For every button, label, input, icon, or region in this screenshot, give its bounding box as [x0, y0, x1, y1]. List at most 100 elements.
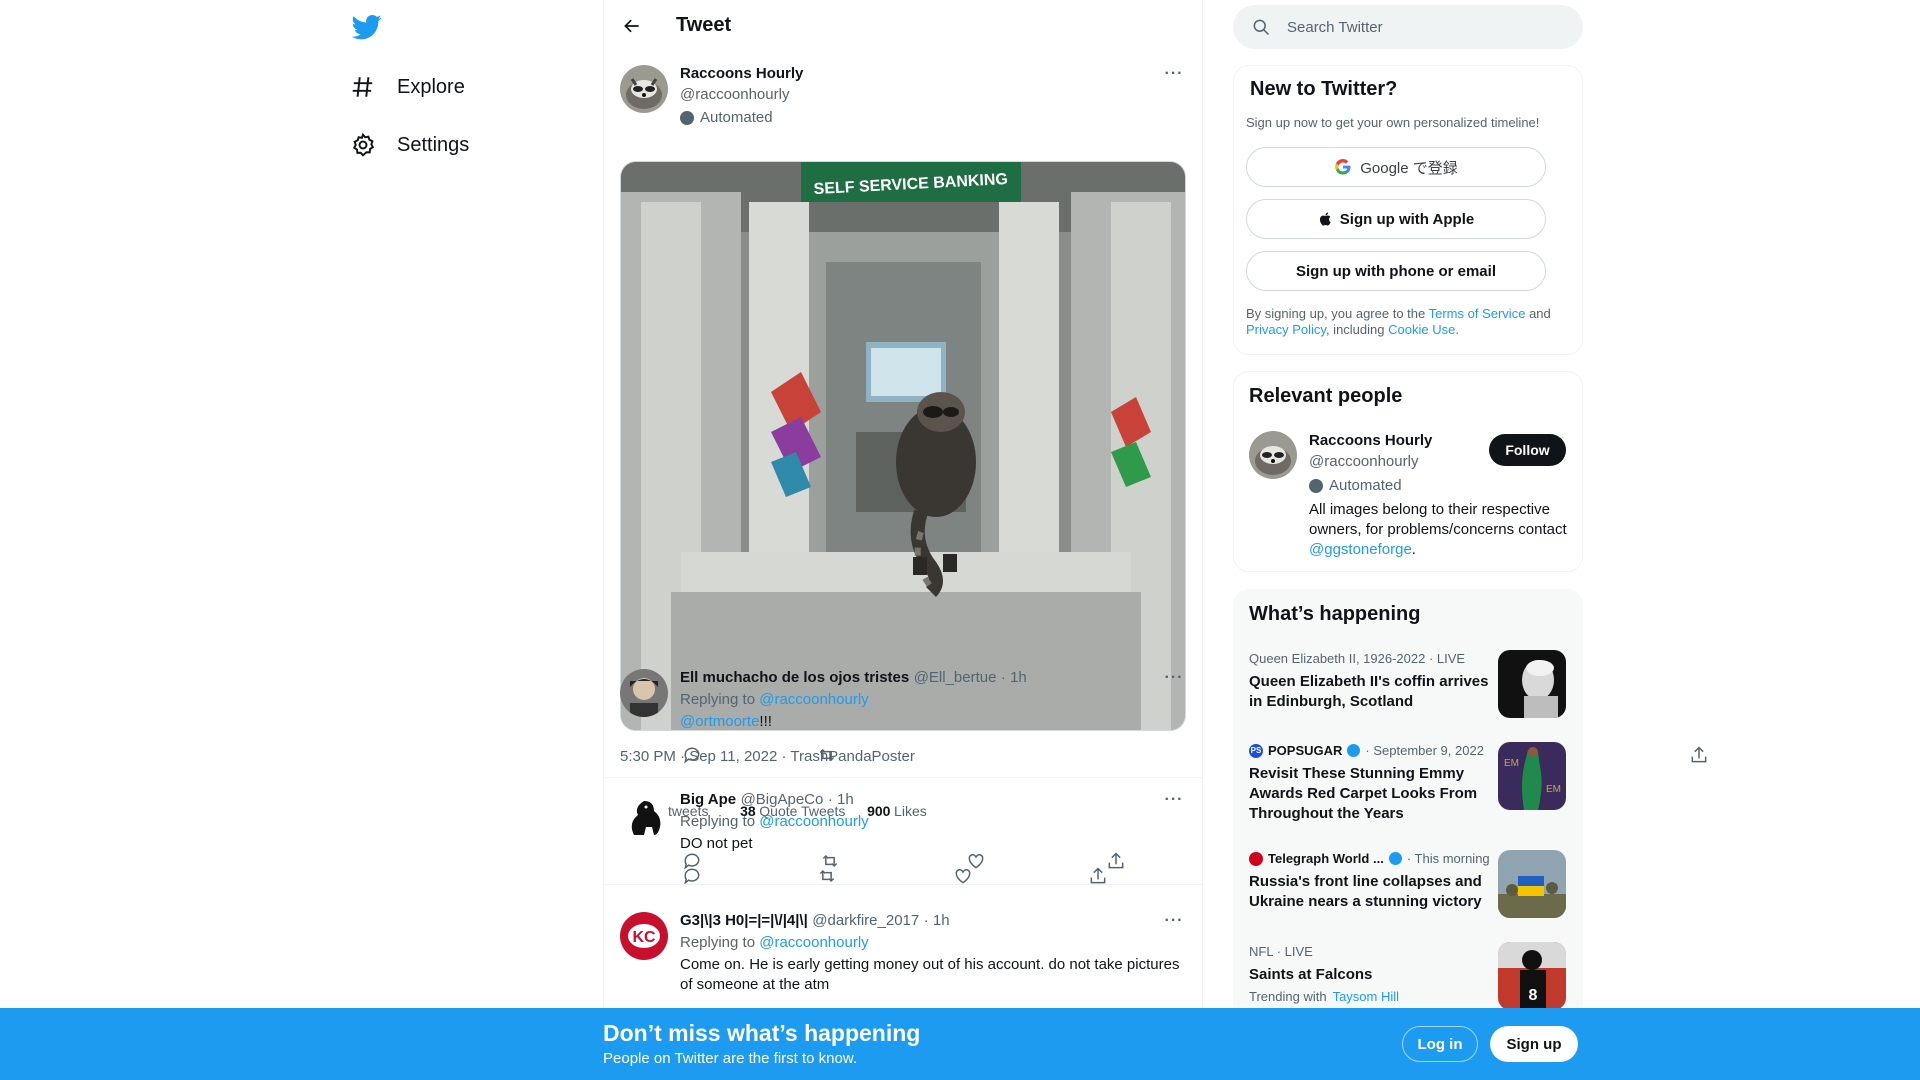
- share-icon[interactable]: [1689, 745, 1709, 765]
- trending-label: Trending with: [1249, 989, 1327, 1004]
- cookie-link[interactable]: Cookie Use.: [1388, 322, 1459, 337]
- login-button[interactable]: Log in: [1402, 1026, 1478, 1062]
- heart-icon[interactable]: [953, 866, 973, 886]
- signup-button[interactable]: Sign up: [1490, 1026, 1578, 1062]
- reply-avatar[interactable]: [620, 669, 668, 717]
- apple-signup-button[interactable]: Sign up with Apple: [1246, 199, 1546, 239]
- back-button[interactable]: [614, 8, 650, 44]
- automated-badge: Automated: [680, 109, 773, 126]
- more-options-icon[interactable]: ···: [1162, 62, 1186, 86]
- bio-suffix: .: [1411, 541, 1416, 558]
- new-to-twitter-card: New to Twitter? Sign up now to get your …: [1233, 65, 1583, 355]
- more-options-icon[interactable]: ···: [1162, 666, 1186, 690]
- tweet-image[interactable]: SELF SERVICE BANKING: [620, 161, 1186, 731]
- trend-title: Russia's front line collapses and Ukrain…: [1249, 873, 1482, 910]
- banner-subtitle: People on Twitter are the first to know.: [603, 1050, 858, 1067]
- verified-icon: [1388, 852, 1402, 865]
- tweet-meta: 5:30 PM · Sep 11, 2022 · TrashPandaPoste…: [620, 748, 915, 765]
- replying-label: Replying to: [680, 934, 756, 951]
- robot-icon: [1309, 478, 1323, 493]
- terms-link[interactable]: Terms of Service: [1429, 306, 1526, 321]
- reply-time[interactable]: · 1h: [828, 791, 854, 808]
- reply-icon[interactable]: [682, 745, 702, 765]
- reply-text: !!!: [759, 713, 772, 730]
- reply-time[interactable]: · 1h: [924, 912, 950, 929]
- mention-link[interactable]: @ortmoorte: [680, 713, 759, 730]
- svg-text:EM: EM: [1504, 758, 1519, 769]
- more-options-icon[interactable]: ···: [1162, 788, 1186, 812]
- likes-count[interactable]: 900: [867, 803, 890, 819]
- svg-text:KC: KC: [632, 929, 656, 946]
- share-icon[interactable]: [1106, 851, 1126, 871]
- hashtag-icon: [343, 67, 383, 107]
- reply-avatar[interactable]: KC: [620, 912, 668, 960]
- google-signup-button[interactable]: Google で登録: [1246, 147, 1546, 187]
- relevant-avatar[interactable]: [1249, 431, 1297, 479]
- relevant-handle[interactable]: @raccoonhourly: [1309, 453, 1418, 470]
- nav-item-settings[interactable]: Settings: [343, 121, 469, 169]
- page-title: Tweet: [676, 14, 732, 36]
- bio-link[interactable]: @ggstoneforge: [1309, 541, 1412, 558]
- trend-image: EM EM: [1498, 742, 1566, 810]
- replying-to-link[interactable]: @raccoonhourly: [759, 934, 868, 951]
- phone-signup-button[interactable]: Sign up with phone or email: [1246, 251, 1546, 291]
- reply-handle[interactable]: @Ell_bertue: [914, 669, 997, 686]
- replying-label: Replying to: [680, 813, 756, 830]
- nav-item-explore[interactable]: Explore: [343, 63, 465, 111]
- google-icon: [1335, 159, 1351, 175]
- replying-to-link[interactable]: @raccoonhourly: [759, 691, 868, 708]
- trend-title: Saints at Falcons: [1249, 966, 1373, 983]
- legal-prefix: By signing up, you agree to the: [1246, 306, 1426, 321]
- retweet-icon[interactable]: [817, 866, 837, 886]
- relevant-automated: Automated: [1309, 477, 1402, 494]
- trend-source: POPSUGAR: [1268, 743, 1343, 758]
- author-avatar[interactable]: [620, 65, 668, 113]
- likes-label[interactable]: Likes: [894, 803, 927, 819]
- share-icon[interactable]: [1088, 866, 1108, 886]
- reply-name[interactable]: Ell muchacho de los ojos tristes: [680, 669, 909, 686]
- reply-text: Come on. He is early getting money out o…: [680, 956, 1180, 993]
- twitter-logo-icon[interactable]: [351, 12, 386, 42]
- reply-time[interactable]: · 1h: [1001, 669, 1027, 686]
- nav-label-explore: Explore: [397, 75, 465, 98]
- trend-context: · This morning: [1406, 851, 1490, 866]
- author-name[interactable]: Raccoons Hourly: [680, 65, 803, 82]
- trend-title: Revisit These Stunning Emmy Awards Red C…: [1249, 765, 1478, 822]
- relevant-automated-label: Automated: [1329, 477, 1402, 494]
- retweet-icon[interactable]: [817, 745, 837, 765]
- popsugar-logo-icon: PS: [1249, 743, 1263, 758]
- trending-link[interactable]: Taysom Hill: [1333, 989, 1399, 1004]
- more-options-icon[interactable]: ···: [1162, 909, 1186, 933]
- card-subtitle: Sign up now to get your own personalized…: [1246, 115, 1540, 130]
- reply-icon[interactable]: [682, 866, 702, 886]
- search-bar[interactable]: [1233, 5, 1583, 49]
- reply-name[interactable]: Big Ape: [680, 791, 736, 808]
- author-handle[interactable]: @raccoonhourly: [680, 86, 789, 103]
- google-signup-label: Google で登録: [1360, 159, 1458, 177]
- telegraph-logo-icon: [1249, 851, 1263, 866]
- svg-text:EM: EM: [1546, 784, 1561, 795]
- search-input[interactable]: [1287, 18, 1547, 36]
- reply-handle[interactable]: @darkfire_2017: [812, 912, 919, 929]
- center-column: Tweet Raccoons Hourly @raccoonhourly Aut…: [603, 0, 1707, 1080]
- card-title: New to Twitter?: [1250, 78, 1398, 100]
- svg-text:8: 8: [1529, 987, 1538, 1004]
- signup-banner: Don’t miss what’s happening People on Tw…: [0, 1008, 1920, 1080]
- relevant-bio: All images belong to their respective ow…: [1309, 500, 1571, 560]
- phone-signup-label: Sign up with phone or email: [1295, 262, 1496, 280]
- relevant-title: Relevant people: [1249, 385, 1403, 407]
- reply-handle[interactable]: @BigApeCo: [741, 791, 824, 808]
- legal-text: By signing up, you agree to the Terms of…: [1246, 306, 1566, 338]
- divider: [604, 884, 1204, 885]
- trend-image: 8: [1498, 942, 1566, 1010]
- follow-button[interactable]: Follow: [1489, 434, 1566, 466]
- privacy-link[interactable]: Privacy Policy: [1246, 322, 1326, 337]
- reply-name[interactable]: G3|\|3 H0|=|=|\/|4|\|: [680, 912, 808, 929]
- relevant-name[interactable]: Raccoons Hourly: [1309, 432, 1432, 449]
- legal-including: , including: [1325, 322, 1385, 337]
- replying-to-link[interactable]: @raccoonhourly: [759, 813, 868, 830]
- search-icon: [1253, 19, 1270, 36]
- reply-avatar[interactable]: [620, 791, 668, 839]
- verified-icon: [1347, 744, 1361, 757]
- apple-icon: [1319, 212, 1331, 226]
